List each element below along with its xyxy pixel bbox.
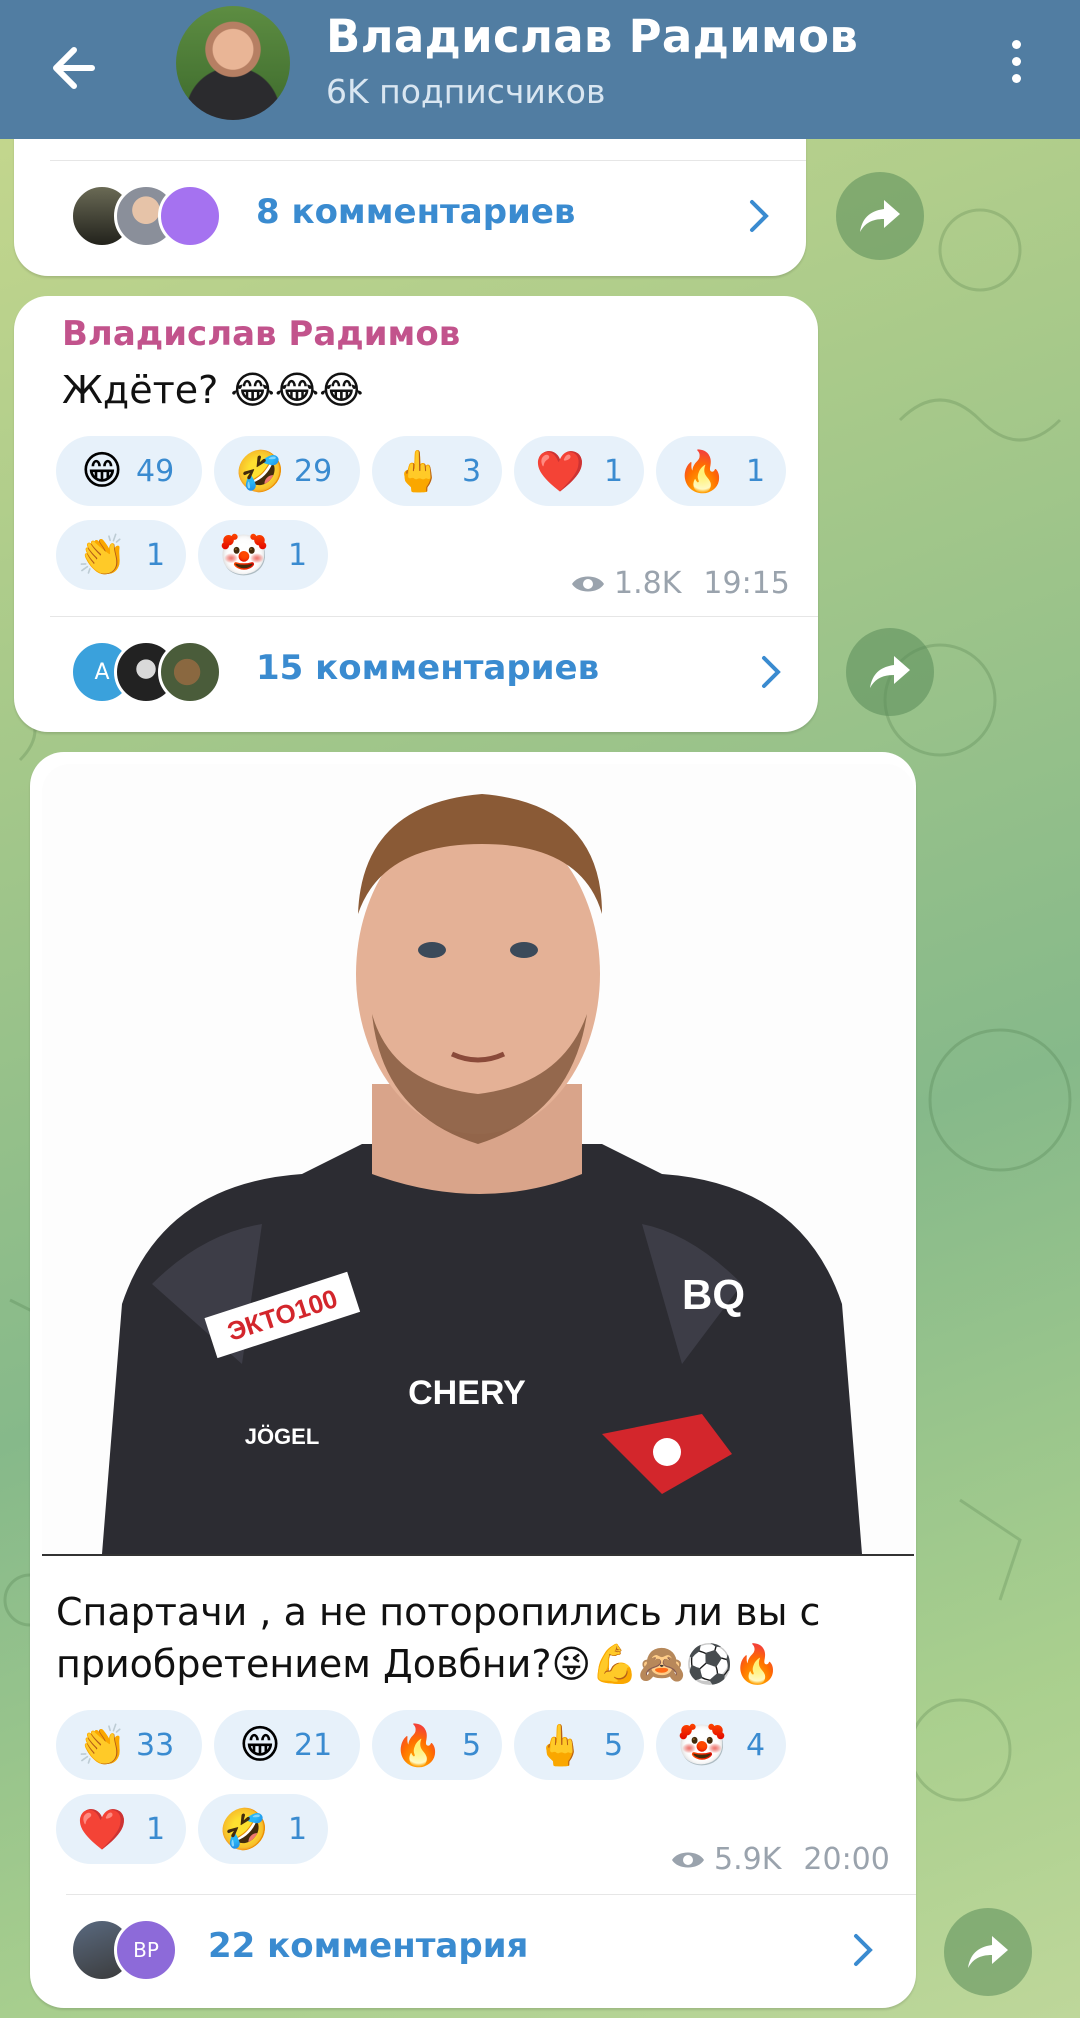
share-button[interactable] [846,628,934,716]
share-arrow-icon [968,1936,1008,1968]
commenter-avatar [158,640,222,704]
reaction-chip[interactable]: ❤️ 1 [56,1794,186,1864]
comments-count: 8 комментариев [256,192,576,232]
share-arrow-icon [870,656,910,688]
share-button[interactable] [836,172,924,260]
view-count: 5.9K [714,1842,782,1877]
channel-title[interactable]: Владислав Радимов [326,10,858,63]
ghost-avatar [158,184,222,248]
sponsor-text: BQ [682,1271,745,1318]
comments-divider [50,616,818,617]
comments-divider [50,160,806,161]
kit-text: JÖGEL [245,1424,320,1449]
chevron-right-icon [750,200,769,232]
post-time: 20:00 [803,1842,890,1877]
post-text: Спартачи , а не поторопились ли вы с при… [56,1590,821,1686]
reaction-chip[interactable]: 🤡 4 [656,1710,786,1780]
subscriber-count: 6K подписчиков [326,72,606,111]
chevron-right-icon [854,1934,873,1966]
post-photo[interactable]: ЭКТО100 BQ CHERY JÖGEL [42,764,914,1554]
reaction-chip[interactable]: 🔥 1 [656,436,786,506]
eye-icon [572,576,604,591]
share-button[interactable] [944,1908,1032,1996]
photo-divider [42,1554,914,1556]
comments-link[interactable]: ВР 22 комментария [30,1896,916,2006]
reaction-chip[interactable]: ❤️ 1 [514,436,644,506]
reaction-chip[interactable]: 🔥 5 [372,1710,502,1780]
message-bubble-2: Владислав Радимов Ждёте? 😂😂😂 😁 49 🤣 29 🖕 3 … [14,296,818,732]
message-bubble-3: ЭКТО100 BQ CHERY JÖGEL Спартачи , а не п… [30,752,916,2008]
view-count: 1.8K [614,566,682,601]
commenter-avatar: ВР [114,1918,178,1982]
eye-icon [672,1852,704,1867]
share-arrow-icon [860,200,900,232]
channel-header: Владислав Радимов 6K подписчиков [0,0,1080,139]
reaction-chip[interactable]: 😁 21 [214,1710,360,1780]
chevron-right-icon [762,656,781,688]
brand-text: CHERY [408,1374,526,1412]
comments-count: 15 комментариев [256,648,600,688]
player-photo: ЭКТО100 BQ CHERY JÖGEL [42,764,914,1554]
reaction-chip[interactable]: 🖕 5 [514,1710,644,1780]
comments-count: 22 комментария [208,1926,529,1966]
post-meta: 5.9K 20:00 [670,1842,890,1877]
post-time: 19:15 [703,566,790,601]
back-arrow-icon[interactable] [44,36,108,100]
reaction-chip[interactable]: 👏 33 [56,1710,202,1780]
comments-divider [66,1894,916,1895]
reaction-chip[interactable]: 🖕 3 [372,436,502,506]
reaction-chip[interactable]: 😁 49 [56,436,202,506]
reaction-chip[interactable]: 👏 1 [56,520,186,590]
comments-link[interactable]: 8 комментариев [14,162,806,272]
post-text: Ждёте? 😂😂😂 [62,368,364,412]
post-author[interactable]: Владислав Радимов [62,314,460,354]
reaction-chip[interactable]: 🤣 1 [198,1794,328,1864]
channel-avatar[interactable] [176,6,290,120]
reaction-chip[interactable]: 🤡 1 [198,520,328,590]
reaction-chip[interactable]: 🤣 29 [214,436,360,506]
more-options-icon[interactable] [998,36,1034,90]
comments-link[interactable]: A 15 комментариев [14,618,818,728]
post-meta: 1.8K 19:15 [570,566,790,601]
